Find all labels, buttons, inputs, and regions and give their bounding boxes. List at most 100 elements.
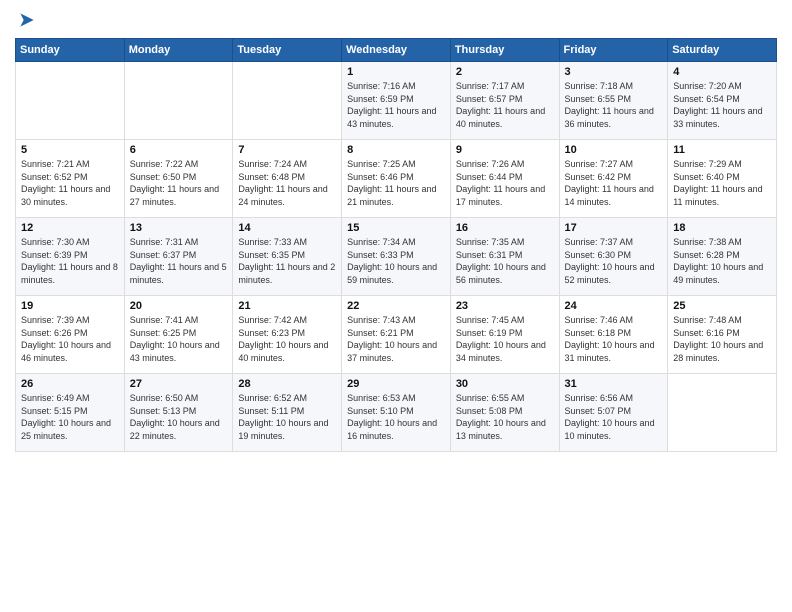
day-info: Sunrise: 7:21 AM Sunset: 6:52 PM Dayligh…	[21, 158, 119, 208]
day-number: 14	[238, 222, 336, 234]
calendar-cell: 11Sunrise: 7:29 AM Sunset: 6:40 PM Dayli…	[668, 140, 777, 218]
day-number: 16	[456, 222, 554, 234]
header	[15, 10, 777, 30]
day-info: Sunrise: 7:38 AM Sunset: 6:28 PM Dayligh…	[673, 236, 771, 286]
calendar-cell: 6Sunrise: 7:22 AM Sunset: 6:50 PM Daylig…	[124, 140, 233, 218]
day-info: Sunrise: 7:26 AM Sunset: 6:44 PM Dayligh…	[456, 158, 554, 208]
calendar-cell: 18 Sunrise: 7:38 AM Sunset: 6:28 PM Dayli…	[668, 218, 777, 296]
day-info: Sunrise: 7:43 AM Sunset: 6:21 PM Dayligh…	[347, 314, 445, 364]
calendar-week-2: 5 Sunrise: 7:21 AM Sunset: 6:52 PM Daylig…	[16, 140, 777, 218]
day-number: 21	[238, 300, 336, 312]
calendar-cell: 24Sunrise: 7:46 AM Sunset: 6:18 PM Dayli…	[559, 296, 668, 374]
day-info: Sunrise: 7:20 AM Sunset: 6:54 PM Dayligh…	[673, 80, 771, 130]
calendar-cell: 17 Sunrise: 7:37 AM Sunset: 6:30 PM Dayli…	[559, 218, 668, 296]
calendar-cell: 7Sunrise: 7:24 AM Sunset: 6:48 PM Daylig…	[233, 140, 342, 218]
col-sunday: Sunday	[16, 39, 125, 62]
logo-icon	[17, 10, 37, 30]
day-number: 7	[238, 144, 336, 156]
day-number: 27	[130, 378, 228, 390]
day-number: 5	[21, 144, 119, 156]
day-number: 19	[21, 300, 119, 312]
day-info: Sunrise: 7:34 AM Sunset: 6:33 PM Dayligh…	[347, 236, 445, 286]
calendar-cell: 25Sunrise: 7:48 AM Sunset: 6:16 PM Dayli…	[668, 296, 777, 374]
calendar-cell: 12Sunrise: 7:30 AM Sunset: 6:39 PM Dayli…	[16, 218, 125, 296]
day-info: Sunrise: 6:50 AM Sunset: 5:13 PM Dayligh…	[130, 392, 228, 442]
col-friday: Friday	[559, 39, 668, 62]
day-info: Sunrise: 7:25 AM Sunset: 6:46 PM Dayligh…	[347, 158, 445, 208]
calendar-cell: 9 Sunrise: 7:26 AM Sunset: 6:44 PM Daylig…	[450, 140, 559, 218]
day-number: 18	[673, 222, 771, 234]
day-number: 8	[347, 144, 445, 156]
calendar-cell: 30Sunrise: 6:55 AM Sunset: 5:08 PM Dayli…	[450, 374, 559, 452]
logo	[15, 10, 37, 30]
calendar-header: Sunday Monday Tuesday Wednesday Thursday…	[16, 39, 777, 62]
day-number: 4	[673, 66, 771, 78]
calendar-cell: 14 Sunrise: 7:33 AM Sunset: 6:35 PM Dayli…	[233, 218, 342, 296]
calendar-table: Sunday Monday Tuesday Wednesday Thursday…	[15, 38, 777, 452]
day-info: Sunrise: 7:42 AM Sunset: 6:23 PM Dayligh…	[238, 314, 336, 364]
day-info: Sunrise: 6:52 AM Sunset: 5:11 PM Dayligh…	[238, 392, 336, 442]
calendar-cell: 4 Sunrise: 7:20 AM Sunset: 6:54 PM Daylig…	[668, 62, 777, 140]
day-info: Sunrise: 7:33 AM Sunset: 6:35 PM Dayligh…	[238, 236, 336, 286]
calendar-week-5: 26 Sunrise: 6:49 AM Sunset: 5:15 PM Dayli…	[16, 374, 777, 452]
calendar-cell	[124, 62, 233, 140]
calendar-week-3: 12Sunrise: 7:30 AM Sunset: 6:39 PM Dayli…	[16, 218, 777, 296]
calendar-cell: 21 Sunrise: 7:42 AM Sunset: 6:23 PM Dayli…	[233, 296, 342, 374]
calendar-cell: 29 Sunrise: 6:53 AM Sunset: 5:10 PM Dayli…	[342, 374, 451, 452]
day-number: 26	[21, 378, 119, 390]
calendar-cell: 15 Sunrise: 7:34 AM Sunset: 6:33 PM Dayli…	[342, 218, 451, 296]
day-info: Sunrise: 7:39 AM Sunset: 6:26 PM Dayligh…	[21, 314, 119, 364]
day-info: Sunrise: 7:22 AM Sunset: 6:50 PM Dayligh…	[130, 158, 228, 208]
day-info: Sunrise: 7:45 AM Sunset: 6:19 PM Dayligh…	[456, 314, 554, 364]
col-tuesday: Tuesday	[233, 39, 342, 62]
calendar-cell: 16 Sunrise: 7:35 AM Sunset: 6:31 PM Dayli…	[450, 218, 559, 296]
day-info: Sunrise: 7:30 AM Sunset: 6:39 PM Dayligh…	[21, 236, 119, 286]
calendar-cell: 31Sunrise: 6:56 AM Sunset: 5:07 PM Dayli…	[559, 374, 668, 452]
day-info: Sunrise: 7:27 AM Sunset: 6:42 PM Dayligh…	[565, 158, 663, 208]
day-number: 1	[347, 66, 445, 78]
day-number: 28	[238, 378, 336, 390]
calendar-body: 1 Sunrise: 7:16 AM Sunset: 6:59 PM Daylig…	[16, 62, 777, 452]
day-number: 20	[130, 300, 228, 312]
calendar-cell: 8 Sunrise: 7:25 AM Sunset: 6:46 PM Daylig…	[342, 140, 451, 218]
calendar-cell: 23 Sunrise: 7:45 AM Sunset: 6:19 PM Dayli…	[450, 296, 559, 374]
calendar-week-4: 19 Sunrise: 7:39 AM Sunset: 6:26 PM Dayli…	[16, 296, 777, 374]
day-number: 23	[456, 300, 554, 312]
col-monday: Monday	[124, 39, 233, 62]
day-number: 22	[347, 300, 445, 312]
day-number: 15	[347, 222, 445, 234]
calendar-week-1: 1 Sunrise: 7:16 AM Sunset: 6:59 PM Daylig…	[16, 62, 777, 140]
day-number: 24	[565, 300, 663, 312]
calendar-cell: 20Sunrise: 7:41 AM Sunset: 6:25 PM Dayli…	[124, 296, 233, 374]
day-number: 30	[456, 378, 554, 390]
day-number: 10	[565, 144, 663, 156]
day-number: 17	[565, 222, 663, 234]
calendar-cell: 13Sunrise: 7:31 AM Sunset: 6:37 PM Dayli…	[124, 218, 233, 296]
calendar-cell: 1 Sunrise: 7:16 AM Sunset: 6:59 PM Daylig…	[342, 62, 451, 140]
calendar-cell: 22 Sunrise: 7:43 AM Sunset: 6:21 PM Dayli…	[342, 296, 451, 374]
day-info: Sunrise: 7:35 AM Sunset: 6:31 PM Dayligh…	[456, 236, 554, 286]
day-number: 13	[130, 222, 228, 234]
day-info: Sunrise: 7:48 AM Sunset: 6:16 PM Dayligh…	[673, 314, 771, 364]
col-wednesday: Wednesday	[342, 39, 451, 62]
calendar-cell: 3Sunrise: 7:18 AM Sunset: 6:55 PM Daylig…	[559, 62, 668, 140]
col-thursday: Thursday	[450, 39, 559, 62]
day-info: Sunrise: 7:29 AM Sunset: 6:40 PM Dayligh…	[673, 158, 771, 208]
calendar-cell: 19 Sunrise: 7:39 AM Sunset: 6:26 PM Dayli…	[16, 296, 125, 374]
col-saturday: Saturday	[668, 39, 777, 62]
day-number: 9	[456, 144, 554, 156]
day-info: Sunrise: 6:49 AM Sunset: 5:15 PM Dayligh…	[21, 392, 119, 442]
day-number: 31	[565, 378, 663, 390]
calendar-cell: 2Sunrise: 7:17 AM Sunset: 6:57 PM Daylig…	[450, 62, 559, 140]
day-info: Sunrise: 6:53 AM Sunset: 5:10 PM Dayligh…	[347, 392, 445, 442]
calendar-cell: 10 Sunrise: 7:27 AM Sunset: 6:42 PM Dayli…	[559, 140, 668, 218]
day-info: Sunrise: 7:16 AM Sunset: 6:59 PM Dayligh…	[347, 80, 445, 130]
day-number: 2	[456, 66, 554, 78]
calendar-cell: 5 Sunrise: 7:21 AM Sunset: 6:52 PM Daylig…	[16, 140, 125, 218]
day-info: Sunrise: 7:37 AM Sunset: 6:30 PM Dayligh…	[565, 236, 663, 286]
calendar-cell	[233, 62, 342, 140]
calendar-cell	[668, 374, 777, 452]
day-number: 29	[347, 378, 445, 390]
calendar-cell: 27 Sunrise: 6:50 AM Sunset: 5:13 PM Dayli…	[124, 374, 233, 452]
calendar-cell	[16, 62, 125, 140]
